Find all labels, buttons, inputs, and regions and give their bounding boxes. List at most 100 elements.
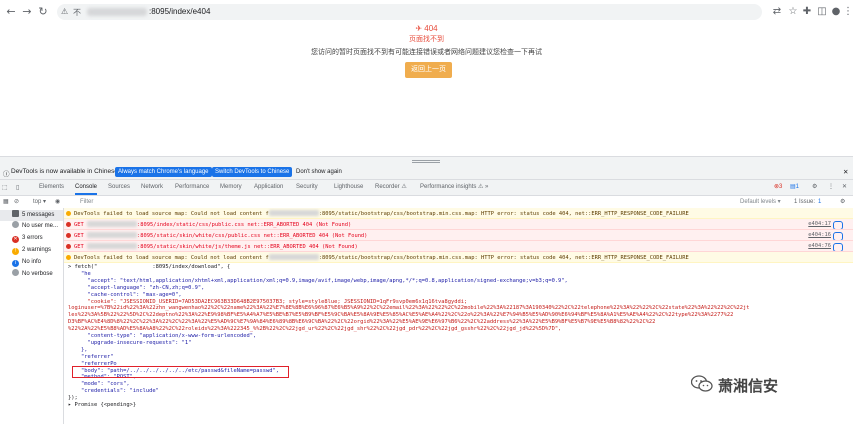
- code-line: "cookie": "JSESSIONID_USERID=7AD53DA2EC9…: [68, 298, 468, 305]
- levels-dropdown[interactable]: Default levels ▾: [740, 197, 781, 207]
- code-line: les%22%3A%5B%22%22%5D%2C%22deptno%22%3A%…: [68, 312, 734, 319]
- warning-icon: ✈: [415, 24, 425, 33]
- tab-sources[interactable]: Sources: [108, 180, 130, 195]
- wechat-icon: [691, 375, 713, 392]
- tab-application[interactable]: Application: [254, 180, 283, 195]
- extensions-icon[interactable]: ✚: [800, 5, 814, 19]
- error-message: 您访问的暂时页面找不到有可能连接错误或者网络问题建议您检查一下再试: [311, 49, 542, 56]
- warning-icon: !: [12, 248, 19, 255]
- reload-icon[interactable]: ↻: [36, 5, 50, 19]
- code-line: "content-type": "application/x-www-form-…: [68, 333, 257, 339]
- infobar-text: DevTools is now available in Chinese!: [11, 168, 120, 175]
- tab-security[interactable]: Security: [296, 180, 318, 195]
- bookmark-star-icon[interactable]: ☆: [786, 5, 800, 19]
- back-icon[interactable]: ←: [4, 5, 18, 19]
- forward-icon[interactable]: →: [20, 5, 34, 19]
- console-error[interactable]: GET :8095/index/static/css/public.css ne…: [64, 219, 853, 230]
- info-icon: i: [12, 260, 19, 267]
- not-secure-label: 不: [73, 8, 81, 17]
- redacted-host: [268, 254, 319, 260]
- sidebar-item-verbose[interactable]: No verbose: [0, 269, 63, 280]
- page-content: ✈ 404 页面找不到 您访问的暂时页面找不到有可能连接错误或者网络问题建议您检…: [0, 24, 853, 156]
- code-line: "accept": "text/html,application/xhtml+x…: [68, 277, 568, 284]
- error-icon: [66, 244, 71, 249]
- sidebar-item-user-messages[interactable]: No user me...: [0, 221, 63, 232]
- address-bar[interactable]: ⚠ 不 :8095/index/e404: [57, 4, 762, 20]
- devtools-resize-handle[interactable]: [0, 156, 853, 165]
- issues-count[interactable]: 1: [818, 197, 821, 207]
- console-warning[interactable]: DevTools failed to load source map: Coul…: [64, 208, 853, 219]
- tab-console[interactable]: Console: [75, 180, 98, 195]
- error-code: ✈ 404: [415, 24, 438, 33]
- sidebar-item-errors[interactable]: ✕ 3 errors: [0, 233, 63, 244]
- issue-bubble-icon[interactable]: [833, 232, 843, 240]
- settings-gear-icon[interactable]: ⚙: [812, 180, 817, 195]
- message-count-badge[interactable]: ▤1: [790, 180, 799, 195]
- sidebar-toggle-icon[interactable]: ▦: [3, 197, 9, 207]
- issue-bubble-icon[interactable]: [833, 221, 843, 229]
- source-link[interactable]: e404:76: [808, 243, 831, 249]
- source-link[interactable]: e404:16: [808, 232, 831, 238]
- console-error[interactable]: GET :8095/static/skin/white/css/public.c…: [64, 230, 853, 241]
- tab-network[interactable]: Network: [141, 180, 163, 195]
- code-line: ▸ Promise {<pending>}: [68, 402, 137, 408]
- close-icon[interactable]: ✕: [843, 168, 848, 176]
- code-line: D3%BF%AC%E4%8D%8%22%2C%22%3A%22%2C%22%3A…: [68, 319, 656, 326]
- console-sidebar: 5 messages No user me... ✕ 3 errors ! 2 wa…: [0, 208, 64, 424]
- not-secure-warning-icon[interactable]: ⚠: [61, 7, 68, 16]
- devtools-language-infobar: ⓘ DevTools is now available in Chinese! …: [0, 165, 853, 180]
- error-count-badge[interactable]: ⊗3: [774, 180, 782, 195]
- clear-console-icon[interactable]: ⊘: [14, 197, 19, 207]
- console-error[interactable]: GET :8095/static/skin/white/js/theme.js …: [64, 241, 853, 252]
- context-selector[interactable]: top ▾: [33, 197, 46, 207]
- console-settings-icon[interactable]: ⚙: [840, 197, 845, 207]
- sidebar-item-info[interactable]: i No info: [0, 257, 63, 268]
- switch-language-button[interactable]: Switch DevTools to Chinese: [212, 167, 293, 177]
- address-url[interactable]: :8095/index/e404: [149, 7, 210, 16]
- redacted-host: [87, 243, 137, 249]
- tab-recorder[interactable]: Recorder ⚠: [375, 180, 407, 195]
- dismiss-button[interactable]: Don't show again: [293, 167, 345, 177]
- issue-bubble-icon[interactable]: [833, 243, 843, 251]
- menu-icon[interactable]: ⋮: [841, 5, 853, 19]
- redacted-host: [87, 221, 137, 227]
- match-language-button[interactable]: Always match Chrome's language: [115, 167, 212, 177]
- error-icon: [66, 233, 71, 238]
- tab-elements[interactable]: Elements: [39, 180, 64, 195]
- console-warning[interactable]: DevTools failed to load source map: Coul…: [64, 252, 853, 263]
- sidebar-item-warnings[interactable]: ! 2 warnings: [0, 245, 63, 256]
- translate-icon[interactable]: ⇄: [770, 5, 784, 19]
- tab-memory[interactable]: Memory: [220, 180, 242, 195]
- browser-toolbar: ← → ↻ ⚠ 不 :8095/index/e404 ⇄ ☆ ✚ ◫ ● ⋮: [0, 0, 853, 25]
- tab-lighthouse[interactable]: Lighthouse: [334, 180, 363, 195]
- device-toolbar-icon[interactable]: ▯: [16, 180, 19, 195]
- tab-performance[interactable]: Performance: [175, 180, 209, 195]
- more-tabs-icon[interactable]: »: [485, 180, 488, 195]
- sidebar-icon[interactable]: ◫: [815, 5, 829, 19]
- close-devtools-icon[interactable]: ✕: [842, 180, 847, 195]
- source-link[interactable]: e404:17: [808, 221, 831, 227]
- info-icon: ⓘ: [3, 171, 10, 178]
- error-title: 页面找不到: [409, 36, 444, 43]
- watermark-text: 萧湘信安: [718, 377, 779, 395]
- devtools-tabbar: ⬚ ▯ Elements Console Sources Network Per…: [0, 180, 853, 196]
- filter-placeholder: Filter: [80, 199, 94, 205]
- more-options-icon[interactable]: ⋮: [828, 180, 834, 195]
- eye-icon[interactable]: ◉: [55, 197, 60, 207]
- inspect-icon[interactable]: ⬚: [2, 180, 8, 195]
- warning-icon: [66, 211, 71, 216]
- filter-input[interactable]: Filter: [76, 197, 736, 207]
- code-line: "he: [68, 270, 91, 277]
- sidebar-item-messages[interactable]: 5 messages: [0, 210, 63, 221]
- code-line: "accept-language": "zh-CN,zh;q=0.9",: [68, 284, 205, 291]
- back-button[interactable]: 返回上一页: [405, 62, 452, 78]
- code-line: > fetch(" :8095/index/download", {: [68, 264, 231, 270]
- redacted-host: [268, 210, 319, 216]
- redacted-host: [87, 8, 147, 16]
- grip-icon: [412, 160, 440, 163]
- error-icon: [66, 222, 71, 227]
- verbose-icon: [12, 269, 19, 276]
- tab-performance-insights[interactable]: Performance insights ⚠: [420, 180, 483, 195]
- issues-label[interactable]: 1 Issue:: [794, 197, 815, 207]
- error-icon: ✕: [12, 236, 19, 243]
